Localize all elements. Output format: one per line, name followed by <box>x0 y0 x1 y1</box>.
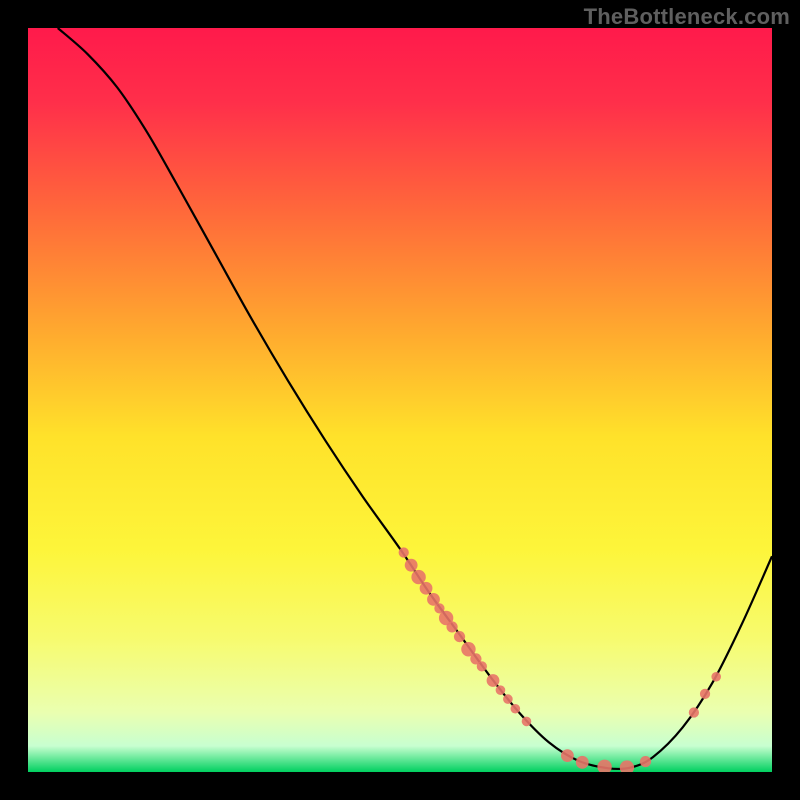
scatter-point <box>446 621 457 632</box>
scatter-point <box>496 685 506 695</box>
chart-svg <box>28 28 772 772</box>
scatter-point <box>522 717 532 727</box>
watermark-label: TheBottleneck.com <box>584 4 790 30</box>
scatter-point <box>511 704 521 714</box>
scatter-point <box>689 707 699 717</box>
chart-background <box>28 28 772 772</box>
scatter-point <box>477 661 487 671</box>
chart-frame: TheBottleneck.com <box>0 0 800 800</box>
scatter-point <box>399 547 409 557</box>
scatter-point <box>700 689 710 699</box>
scatter-point <box>503 694 513 704</box>
scatter-point <box>640 756 651 767</box>
scatter-point <box>405 559 418 572</box>
scatter-point <box>454 631 465 642</box>
scatter-point <box>487 674 500 687</box>
scatter-point <box>411 570 425 584</box>
scatter-point <box>576 756 589 769</box>
scatter-point <box>420 582 433 595</box>
chart-plot <box>28 28 772 772</box>
scatter-point <box>561 749 574 762</box>
scatter-point <box>711 672 721 682</box>
